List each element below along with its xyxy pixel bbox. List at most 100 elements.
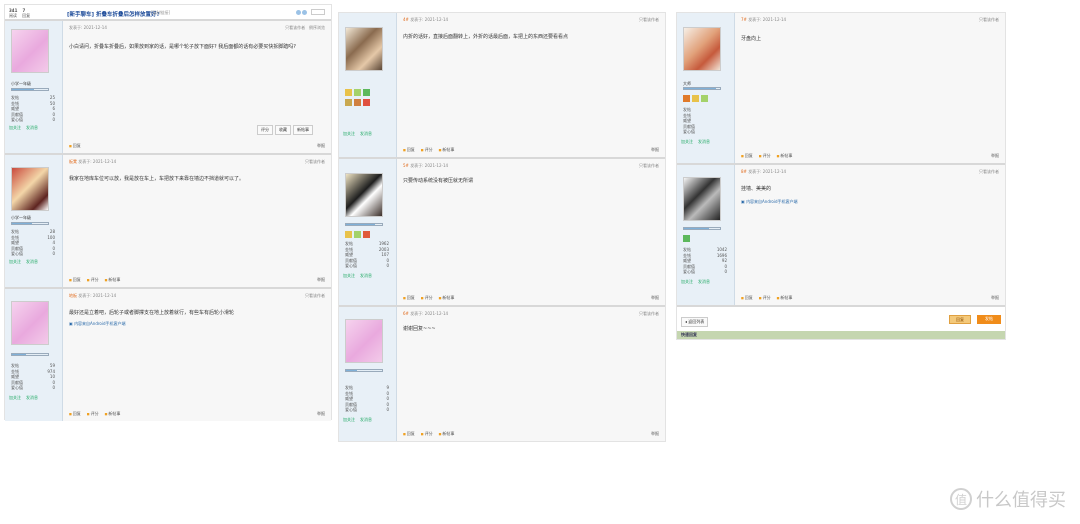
reply-button[interactable]: 回复 <box>403 431 415 436</box>
avatar[interactable] <box>345 173 383 217</box>
avatar[interactable] <box>345 27 383 71</box>
reply-thread-button[interactable]: 回复 <box>949 315 971 324</box>
rate-link[interactable]: 评分 <box>87 411 99 416</box>
add-friend-button[interactable]: 加关注 <box>681 279 693 285</box>
user-panel: 发帖 59 金钱 974 威望 10 贡献值 0 爱心值 0 加关注 发消息 <box>5 289 63 421</box>
smzdm-logo-icon: 值 <box>950 488 972 510</box>
new-post-tag[interactable]: 新帖事 <box>439 431 455 436</box>
medals <box>683 95 708 102</box>
user-panel: 发帖 1042 金钱 1696 威望 92 贡献值 0 爱心值 0 加关注 发消息 <box>677 165 735 305</box>
reply-button[interactable]: 回复 <box>403 295 415 300</box>
send-message-button[interactable]: 发消息 <box>26 259 38 265</box>
only-author-link[interactable]: 只看该作者 <box>979 169 999 175</box>
thread-title[interactable]: [新手聊车] 折叠车折叠后怎样放置好? <box>67 10 160 18</box>
rate-link[interactable]: 评分 <box>759 295 771 300</box>
post-content: 谢谢回复~~~ <box>403 326 436 332</box>
only-author-link[interactable]: 只看该作者 <box>305 293 325 299</box>
level-bar <box>683 87 721 90</box>
avatar[interactable] <box>11 167 49 211</box>
avatar[interactable] <box>11 301 49 345</box>
next-thread-icon[interactable] <box>302 10 307 15</box>
send-message-button[interactable]: 发消息 <box>26 125 38 131</box>
only-author-link[interactable]: 只看该作者 <box>639 17 659 23</box>
post-body: 8# 发表于: 2021-12-14只看该作者 挂墙、美美的 内容来自Andro… <box>735 165 1005 305</box>
post-footer: 回复 评分 新帖事 举报 <box>741 295 999 301</box>
rate-button[interactable]: 评分 <box>257 125 273 135</box>
report-link[interactable]: 举报 <box>651 431 659 437</box>
add-friend-button[interactable]: 加关注 <box>343 273 355 279</box>
report-link[interactable]: 举报 <box>991 295 999 301</box>
add-friend-button[interactable]: 加关注 <box>343 131 355 137</box>
only-author-link[interactable]: 只看该作者 <box>285 25 305 30</box>
report-link[interactable]: 举报 <box>317 411 325 417</box>
report-link[interactable]: 举报 <box>317 277 325 283</box>
report-link[interactable]: 举报 <box>651 295 659 301</box>
rate-link[interactable]: 评分 <box>421 147 433 152</box>
send-message-button[interactable]: 发消息 <box>360 273 372 279</box>
reply-button[interactable]: 回复 <box>741 153 753 158</box>
rate-link[interactable]: 评分 <box>759 153 771 158</box>
user-stats: 发帖 1962 金钱 2003 威望 107 贡献值 0 爱心值 0 <box>345 241 389 268</box>
level-bar <box>11 88 49 91</box>
post-body: 地板 发表于: 2021-12-14 只看该作者 最好还是立着吧，后轮子或者脚撑支… <box>63 289 331 421</box>
new-post-tag[interactable]: 新帖事 <box>105 411 121 416</box>
add-friend-button[interactable]: 加关注 <box>9 259 21 265</box>
reply-button[interactable]: 回复 <box>403 147 415 152</box>
post-content: 小白请问，折叠车折叠后，如果放到家的话，是哪个轮子放下面好? 我后面都的话有必要… <box>69 44 296 50</box>
add-friend-button[interactable]: 加关注 <box>681 139 693 145</box>
send-message-button[interactable]: 发消息 <box>698 279 710 285</box>
add-friend-button[interactable]: 加关注 <box>343 417 355 423</box>
reply-button[interactable]: 回复 <box>69 143 81 148</box>
send-message-button[interactable]: 发消息 <box>26 395 38 401</box>
only-author-link[interactable]: 只看该作者 <box>639 311 659 317</box>
add-friend-button[interactable]: 加关注 <box>9 395 21 401</box>
send-message-button[interactable]: 发消息 <box>360 417 372 423</box>
report-link[interactable]: 举报 <box>651 147 659 153</box>
report-link[interactable]: 举报 <box>991 153 999 159</box>
back-to-list-button[interactable]: ◂ 返回列表 <box>681 317 709 327</box>
reply-button[interactable]: 回复 <box>69 277 81 282</box>
rate-link[interactable]: 评分 <box>87 277 99 282</box>
rate-link[interactable]: 评分 <box>421 431 433 436</box>
post-footer: 回复 举报 <box>69 143 325 149</box>
quick-reply-bar[interactable]: 快速回复 <box>677 331 1005 339</box>
new-post-tag[interactable]: 新帖事 <box>777 295 793 300</box>
rate-link[interactable]: 评分 <box>421 295 433 300</box>
watermark: 值 什么值得买 <box>950 486 1066 512</box>
rate-buttons: 评分 收藏 新帖事 <box>257 125 313 135</box>
new-post-tag[interactable]: 新帖事 <box>439 295 455 300</box>
post-5: 发帖 1962 金钱 2003 威望 107 贡献值 0 爱心值 0 加关注 发消息 5#… <box>339 159 665 307</box>
reply-button[interactable]: 回复 <box>69 411 81 416</box>
report-link[interactable]: 举报 <box>317 143 325 149</box>
new-post-tag[interactable]: 新帖事 <box>777 153 793 158</box>
client-signature[interactable]: 内容来自Android手机客户端 <box>69 321 125 327</box>
new-post-tag[interactable]: 新帖事 <box>293 125 313 135</box>
only-author-link[interactable]: 只看该作者 <box>639 163 659 169</box>
post-6: 发帖 9 金钱 0 威望 0 贡献值 0 爱心值 0 加关注 发消息 6# 发表于: 20… <box>339 307 665 441</box>
only-author-link[interactable]: 只看该作者 <box>305 159 325 165</box>
copy-link[interactable]: [复制链接] <box>151 10 170 16</box>
prev-thread-icon[interactable] <box>296 10 301 15</box>
new-post-tag[interactable]: 新帖事 <box>439 147 455 152</box>
reverse-order-link[interactable]: 倒序浏览 <box>309 25 325 30</box>
add-friend-button[interactable]: 加关注 <box>9 125 21 131</box>
reply-button[interactable]: 回复 <box>741 295 753 300</box>
watermark-text: 什么值得买 <box>976 490 1066 511</box>
post-content: 最好还是立着吧，后轮子或者脚撑支在地上放着就行，有些车有后轮小滑轮 <box>69 310 235 316</box>
new-thread-button[interactable]: 发帖 <box>977 315 1001 324</box>
new-post-tag[interactable]: 新帖事 <box>105 277 121 282</box>
post-7: 大师 发帖 金钱 威望 贡献值 爱心值 加关注 发消息 7# 发表于: 2021… <box>677 13 1005 165</box>
avatar[interactable] <box>345 319 383 363</box>
post-footer: 回复 评分 新帖事 举报 <box>741 153 999 159</box>
post-content: 内折的话好，直接后面翻转上，外折的话最后面，车把上的东西还要看看点 <box>403 34 569 40</box>
avatar[interactable] <box>11 29 49 73</box>
send-message-button[interactable]: 发消息 <box>698 139 710 145</box>
avatar[interactable] <box>683 27 721 71</box>
send-message-button[interactable]: 发消息 <box>360 131 372 137</box>
favorite-button[interactable]: 收藏 <box>275 125 291 135</box>
post-meta: 5# 发表于: 2021-12-14 只看该作者 <box>403 163 659 169</box>
only-author-link[interactable]: 只看该作者 <box>979 17 999 23</box>
avatar[interactable] <box>683 177 721 221</box>
toggle-switch[interactable] <box>311 9 325 15</box>
client-signature[interactable]: 内容来自Android手机客户端 <box>741 199 797 205</box>
